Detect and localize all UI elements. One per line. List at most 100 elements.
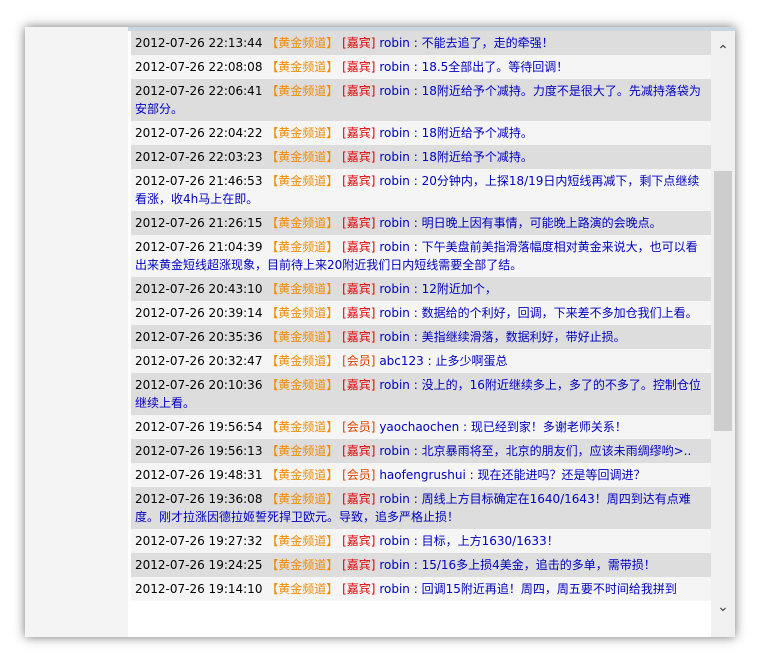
channel-label: 【黄金频道】 bbox=[266, 330, 339, 344]
channel-label: 【黄金频道】 bbox=[266, 60, 339, 74]
chat-message-row: 2012-07-26 22:04:22 【黄金频道】 [嘉宾] robin : … bbox=[131, 121, 711, 145]
message-time: 2012-07-26 21:46:53 bbox=[135, 174, 263, 188]
role-tag: [嘉宾] bbox=[342, 306, 376, 320]
scroll-up-icon[interactable]: ⌃ bbox=[715, 43, 731, 59]
message-time: 2012-07-26 20:32:47 bbox=[135, 354, 263, 368]
message-time: 2012-07-26 20:10:36 bbox=[135, 378, 263, 392]
username: robin bbox=[379, 444, 410, 458]
channel-label: 【黄金频道】 bbox=[266, 216, 339, 230]
role-tag: [嘉宾] bbox=[342, 492, 376, 506]
role-tag: [嘉宾] bbox=[342, 582, 376, 596]
chat-message-row: 2012-07-26 20:35:36 【黄金频道】 [嘉宾] robin : … bbox=[131, 325, 711, 349]
message-text: 止多少啊蛋总 bbox=[435, 354, 508, 368]
message-time: 2012-07-26 22:03:23 bbox=[135, 150, 263, 164]
chat-message-row: 2012-07-26 20:32:47 【黄金频道】 [会员] abc123 :… bbox=[131, 349, 711, 373]
username: robin bbox=[379, 306, 410, 320]
channel-label: 【黄金频道】 bbox=[266, 534, 339, 548]
scroll-thumb[interactable] bbox=[714, 171, 732, 431]
username: robin bbox=[379, 378, 410, 392]
chat-message-row: 2012-07-26 19:56:13 【黄金频道】 [嘉宾] robin : … bbox=[131, 439, 711, 463]
message-text: 15/16多上损4美金，追击的多单，需带损！ bbox=[421, 558, 656, 572]
channel-label: 【黄金频道】 bbox=[266, 174, 339, 188]
message-text: 北京暴雨将至，北京的朋友们，应该未雨绸缪哟>.. bbox=[421, 444, 692, 458]
username: robin bbox=[379, 534, 410, 548]
role-tag: [嘉宾] bbox=[342, 558, 376, 572]
chat-message-row: 2012-07-26 19:14:10 【黄金频道】 [嘉宾] robin : … bbox=[131, 577, 711, 601]
message-time: 2012-07-26 22:04:22 bbox=[135, 126, 263, 140]
channel-label: 【黄金频道】 bbox=[266, 558, 339, 572]
username: robin bbox=[379, 492, 410, 506]
message-time: 2012-07-26 20:43:10 bbox=[135, 282, 263, 296]
username: robin bbox=[379, 216, 410, 230]
chat-message-row: 2012-07-26 20:39:14 【黄金频道】 [嘉宾] robin : … bbox=[131, 301, 711, 325]
chat-message-row: 2012-07-26 21:26:15 【黄金频道】 [嘉宾] robin : … bbox=[131, 211, 711, 235]
message-time: 2012-07-26 20:35:36 bbox=[135, 330, 263, 344]
role-tag: [嘉宾] bbox=[342, 534, 376, 548]
message-time: 2012-07-26 19:48:31 bbox=[135, 468, 263, 482]
username: yaochaochen bbox=[379, 420, 460, 434]
message-text: 回调15附近再追！周四，周五要不时间给我拼到 bbox=[421, 582, 677, 596]
channel-label: 【黄金频道】 bbox=[266, 468, 339, 482]
role-tag: [嘉宾] bbox=[342, 330, 376, 344]
channel-label: 【黄金频道】 bbox=[266, 126, 339, 140]
username: abc123 bbox=[379, 354, 424, 368]
message-text: 现已经到家！多谢老师关系！ bbox=[470, 420, 627, 434]
chat-message-row: 2012-07-26 19:36:08 【黄金频道】 [嘉宾] robin : … bbox=[131, 487, 711, 529]
role-tag: [嘉宾] bbox=[342, 36, 376, 50]
role-tag: [会员] bbox=[342, 420, 376, 434]
chat-message-row: 2012-07-26 22:08:08 【黄金频道】 [嘉宾] robin : … bbox=[131, 55, 711, 79]
message-time: 2012-07-26 21:04:39 bbox=[135, 240, 263, 254]
chat-message-row: 2012-07-26 22:03:23 【黄金频道】 [嘉宾] robin : … bbox=[131, 145, 711, 169]
username: robin bbox=[379, 84, 410, 98]
channel-label: 【黄金频道】 bbox=[266, 150, 339, 164]
username: robin bbox=[379, 330, 410, 344]
username: robin bbox=[379, 36, 410, 50]
role-tag: [嘉宾] bbox=[342, 444, 376, 458]
scroll-down-icon[interactable]: ⌄ bbox=[715, 599, 731, 615]
chat-message-row: 2012-07-26 22:13:44 【黄金频道】 [嘉宾] robin : … bbox=[131, 31, 711, 55]
chat-message-row: 2012-07-26 20:43:10 【黄金频道】 [嘉宾] robin : … bbox=[131, 277, 711, 301]
message-time: 2012-07-26 19:36:08 bbox=[135, 492, 263, 506]
channel-label: 【黄金频道】 bbox=[266, 444, 339, 458]
message-time: 2012-07-26 22:13:44 bbox=[135, 36, 263, 50]
chat-message-row: 2012-07-26 21:46:53 【黄金频道】 [嘉宾] robin : … bbox=[131, 169, 711, 211]
chat-message-row: 2012-07-26 19:48:31 【黄金频道】 [会员] haofengr… bbox=[131, 463, 711, 487]
role-tag: [嘉宾] bbox=[342, 378, 376, 392]
username: robin bbox=[379, 582, 410, 596]
channel-label: 【黄金频道】 bbox=[266, 492, 339, 506]
message-time: 2012-07-26 21:26:15 bbox=[135, 216, 263, 230]
channel-label: 【黄金频道】 bbox=[266, 306, 339, 320]
chat-message-row: 2012-07-26 19:24:25 【黄金频道】 [嘉宾] robin : … bbox=[131, 553, 711, 577]
role-tag: [会员] bbox=[342, 468, 376, 482]
chat-message-row: 2012-07-26 22:06:41 【黄金频道】 [嘉宾] robin : … bbox=[131, 79, 711, 121]
message-time: 2012-07-26 22:06:41 bbox=[135, 84, 263, 98]
app-window: 2012-07-26 22:13:44 【黄金频道】 [嘉宾] robin : … bbox=[25, 27, 735, 637]
channel-label: 【黄金频道】 bbox=[266, 378, 339, 392]
message-text: 不能去追了，走的牵强！ bbox=[421, 36, 554, 50]
role-tag: [嘉宾] bbox=[342, 84, 376, 98]
channel-label: 【黄金频道】 bbox=[266, 84, 339, 98]
username: robin bbox=[379, 126, 410, 140]
message-text: 目标，上方1630/1633！ bbox=[421, 534, 559, 548]
message-text: 数据给的个利好，回调，下来差不多加仓我们上看。 bbox=[421, 306, 698, 320]
message-text: 18附近给予个减持。 bbox=[421, 150, 533, 164]
message-time: 2012-07-26 19:56:13 bbox=[135, 444, 263, 458]
channel-label: 【黄金频道】 bbox=[266, 282, 339, 296]
chat-message-row: 2012-07-26 20:10:36 【黄金频道】 [嘉宾] robin : … bbox=[131, 373, 711, 415]
chat-message-row: 2012-07-26 21:04:39 【黄金频道】 [嘉宾] robin : … bbox=[131, 235, 711, 277]
channel-label: 【黄金频道】 bbox=[266, 354, 339, 368]
username: robin bbox=[379, 174, 410, 188]
message-time: 2012-07-26 19:27:32 bbox=[135, 534, 263, 548]
username: robin bbox=[379, 150, 410, 164]
message-time: 2012-07-26 19:56:54 bbox=[135, 420, 263, 434]
message-text: 明日晚上因有事情，可能晚上路演的会晚点。 bbox=[421, 216, 662, 230]
role-tag: [嘉宾] bbox=[342, 216, 376, 230]
message-text: 18.5全部出了。等待回调！ bbox=[421, 60, 569, 74]
message-time: 2012-07-26 19:14:10 bbox=[135, 582, 263, 596]
channel-label: 【黄金频道】 bbox=[266, 36, 339, 50]
username: haofengrushui bbox=[379, 468, 466, 482]
message-time: 2012-07-26 22:08:08 bbox=[135, 60, 263, 74]
chat-scrollbar[interactable]: ⌃ ⌄ bbox=[711, 31, 735, 637]
role-tag: [嘉宾] bbox=[342, 60, 376, 74]
chat-log[interactable]: 2012-07-26 22:13:44 【黄金频道】 [嘉宾] robin : … bbox=[131, 31, 711, 637]
